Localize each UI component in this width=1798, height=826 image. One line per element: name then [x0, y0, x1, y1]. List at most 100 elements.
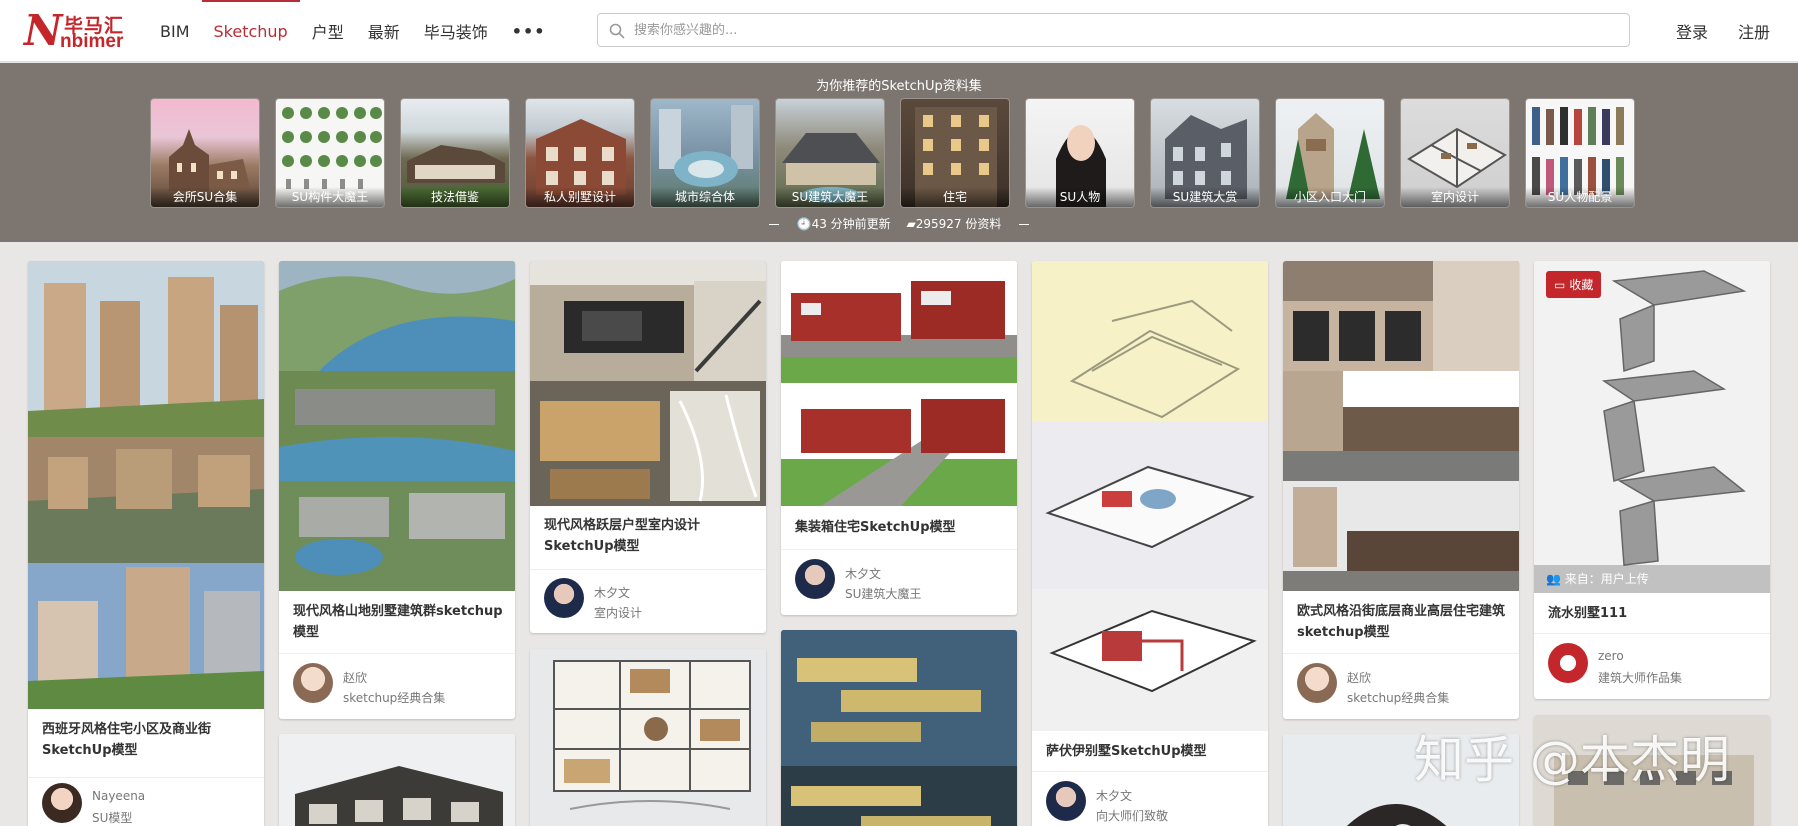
model-card[interactable]: 欧式风格沿街底层商业高层住宅建筑sketchup模型 赵欣 sketchup经典…	[1283, 261, 1519, 719]
card-author[interactable]: 赵欣	[343, 669, 367, 686]
card-title[interactable]: 西班牙风格住宅小区及商业街SketchUp模型	[42, 719, 252, 761]
tile-private-villa[interactable]: 私人别墅设计	[525, 98, 635, 208]
update-text: 43 分钟前更新	[811, 217, 891, 231]
avatar[interactable]	[42, 783, 82, 823]
tile-su-people[interactable]: SU人物	[1025, 98, 1135, 208]
card-title[interactable]: 流水别墅111	[1548, 603, 1758, 624]
card-image	[1032, 261, 1268, 731]
card-title[interactable]: 集装箱住宅SketchUp模型	[795, 517, 1005, 538]
card-author[interactable]: 木夕文	[594, 584, 630, 601]
nav-item-floorplan[interactable]: 户型	[300, 0, 356, 62]
search-icon	[609, 23, 625, 39]
card-thumbnail[interactable]	[781, 261, 1017, 506]
register-link[interactable]: 注册	[1738, 19, 1770, 43]
model-card[interactable]: 西班牙风格住宅小区及商业街SketchUp模型 Nayeena SU模型	[28, 261, 264, 826]
tile-urban-complex[interactable]: 城市综合体	[650, 98, 760, 208]
card-title[interactable]: 萨伏伊别墅SketchUp模型	[1046, 741, 1256, 762]
card-author[interactable]: 木夕文	[1096, 787, 1132, 804]
clock-icon: 🕘	[796, 217, 812, 231]
tile-label: 会所SU合集	[151, 187, 259, 207]
tile-label: 小区入口大门	[1276, 187, 1384, 207]
tile-components[interactable]: SU构件大魔王	[275, 98, 385, 208]
site-logo[interactable]: N 毕马汇 nbimer	[24, 6, 136, 55]
nav-item-sketchup[interactable]: Sketchup	[201, 0, 300, 62]
card-thumbnail[interactable]	[279, 734, 515, 826]
card-collection[interactable]: 向大师们致敬	[1096, 807, 1168, 824]
avatar[interactable]	[293, 663, 333, 703]
model-card[interactable]: ▭ 收藏 👥 来自：用户上传 流水别墅111 zero 建筑大师作品集	[1534, 261, 1770, 699]
divider	[530, 569, 766, 570]
divider	[768, 224, 779, 225]
favorite-button[interactable]: ▭ 收藏	[1546, 271, 1602, 298]
card-collection[interactable]: sketchup经典合集	[1347, 689, 1449, 706]
card-thumbnail[interactable]	[1283, 261, 1519, 591]
logo-letter: N	[24, 6, 63, 55]
search-box[interactable]	[597, 13, 1630, 47]
nav-item-decoration[interactable]: 毕马装饰	[412, 0, 500, 62]
tile-label: 城市综合体	[651, 187, 759, 207]
card-title[interactable]: 现代风格跃层户型室内设计SketchUp模型	[544, 515, 754, 557]
card-author[interactable]: zero	[1598, 649, 1624, 663]
card-author[interactable]: 赵欣	[1347, 669, 1371, 686]
tile-su-architecture-showcase[interactable]: SU建筑大赏	[1150, 98, 1260, 208]
avatar[interactable]	[1548, 643, 1588, 683]
card-thumbnail[interactable]	[1032, 261, 1268, 731]
nav-item-bim[interactable]: BIM	[148, 0, 202, 62]
card-collection[interactable]: sketchup经典合集	[343, 689, 445, 706]
more-dots-icon: •••	[511, 21, 546, 41]
divider	[1283, 653, 1519, 654]
model-card[interactable]	[279, 734, 515, 826]
card-image	[781, 261, 1017, 506]
model-card[interactable]	[781, 630, 1017, 826]
source-bar: 👥 来自：用户上传	[1534, 565, 1770, 593]
model-card[interactable]: 现代风格跃层户型室内设计SketchUp模型 木夕文 室内设计	[530, 261, 766, 633]
tile-residence[interactable]: 住宅	[900, 98, 1010, 208]
card-thumbnail[interactable]: ▭ 收藏 👥 来自：用户上传	[1534, 261, 1770, 593]
model-card[interactable]: 集装箱住宅SketchUp模型 木夕文 SU建筑大魔王	[781, 261, 1017, 615]
nav-item-latest[interactable]: 最新	[356, 0, 412, 62]
divider	[28, 777, 264, 778]
card-image	[28, 261, 264, 709]
tile-techniques[interactable]: 技法借鉴	[400, 98, 510, 208]
login-link[interactable]: 登录	[1676, 19, 1708, 43]
model-card[interactable]: 萨伏伊别墅SketchUp模型 木夕文 向大师们致敬	[1032, 261, 1268, 826]
card-thumbnail[interactable]	[530, 261, 766, 506]
card-title[interactable]: 现代风格山地别墅建筑群sketchup模型	[293, 601, 503, 643]
card-collection[interactable]: SU模型	[92, 809, 132, 826]
tile-label: SU人物配景	[1526, 187, 1634, 207]
tile-su-architecture[interactable]: SU建筑大魔王	[775, 98, 885, 208]
watermark: 知乎 @本杰明	[1414, 731, 1730, 789]
avatar[interactable]	[544, 578, 584, 618]
card-thumbnail[interactable]	[279, 261, 515, 591]
divider	[781, 549, 1017, 550]
tile-clubhouse[interactable]: 会所SU合集	[150, 98, 260, 208]
search-input[interactable]	[634, 14, 1614, 46]
card-author[interactable]: 木夕文	[845, 565, 881, 582]
tile-label: SU建筑大赏	[1151, 187, 1259, 207]
tile-interior-design[interactable]: 室内设计	[1400, 98, 1510, 208]
stack-icon: ▰	[906, 217, 916, 231]
recommend-stats: 🕘43 分钟前更新 ▰295927 份资料	[0, 215, 1798, 232]
nav-more-dropdown[interactable]: •••	[500, 0, 558, 62]
top-navbar: N 毕马汇 nbimer BIM Sketchup 户型 最新 毕马装饰 •••…	[0, 0, 1798, 62]
avatar[interactable]	[1046, 781, 1086, 821]
tile-label: 技法借鉴	[401, 187, 509, 207]
card-thumbnail[interactable]	[781, 630, 1017, 826]
card-thumbnail[interactable]	[530, 649, 766, 826]
model-card[interactable]	[530, 649, 766, 826]
card-collection[interactable]: 室内设计	[594, 604, 642, 621]
avatar[interactable]	[1297, 663, 1337, 703]
tile-su-people-scenery[interactable]: SU人物配景	[1525, 98, 1635, 208]
card-collection[interactable]: SU建筑大魔王	[845, 585, 921, 602]
tile-label: SU人物	[1026, 187, 1134, 207]
inbox-icon: ▭	[1554, 277, 1566, 292]
card-thumbnail[interactable]	[28, 261, 264, 709]
avatar[interactable]	[795, 559, 835, 599]
card-author[interactable]: Nayeena	[92, 789, 145, 803]
auth-links: 登录 注册	[1676, 0, 1770, 62]
card-collection[interactable]: 建筑大师作品集	[1598, 669, 1682, 686]
card-image	[279, 261, 515, 591]
tile-community-gate[interactable]: 小区入口大门	[1275, 98, 1385, 208]
card-title[interactable]: 欧式风格沿街底层商业高层住宅建筑sketchup模型	[1297, 601, 1507, 643]
model-card[interactable]: 现代风格山地别墅建筑群sketchup模型 赵欣 sketchup经典合集	[279, 261, 515, 719]
